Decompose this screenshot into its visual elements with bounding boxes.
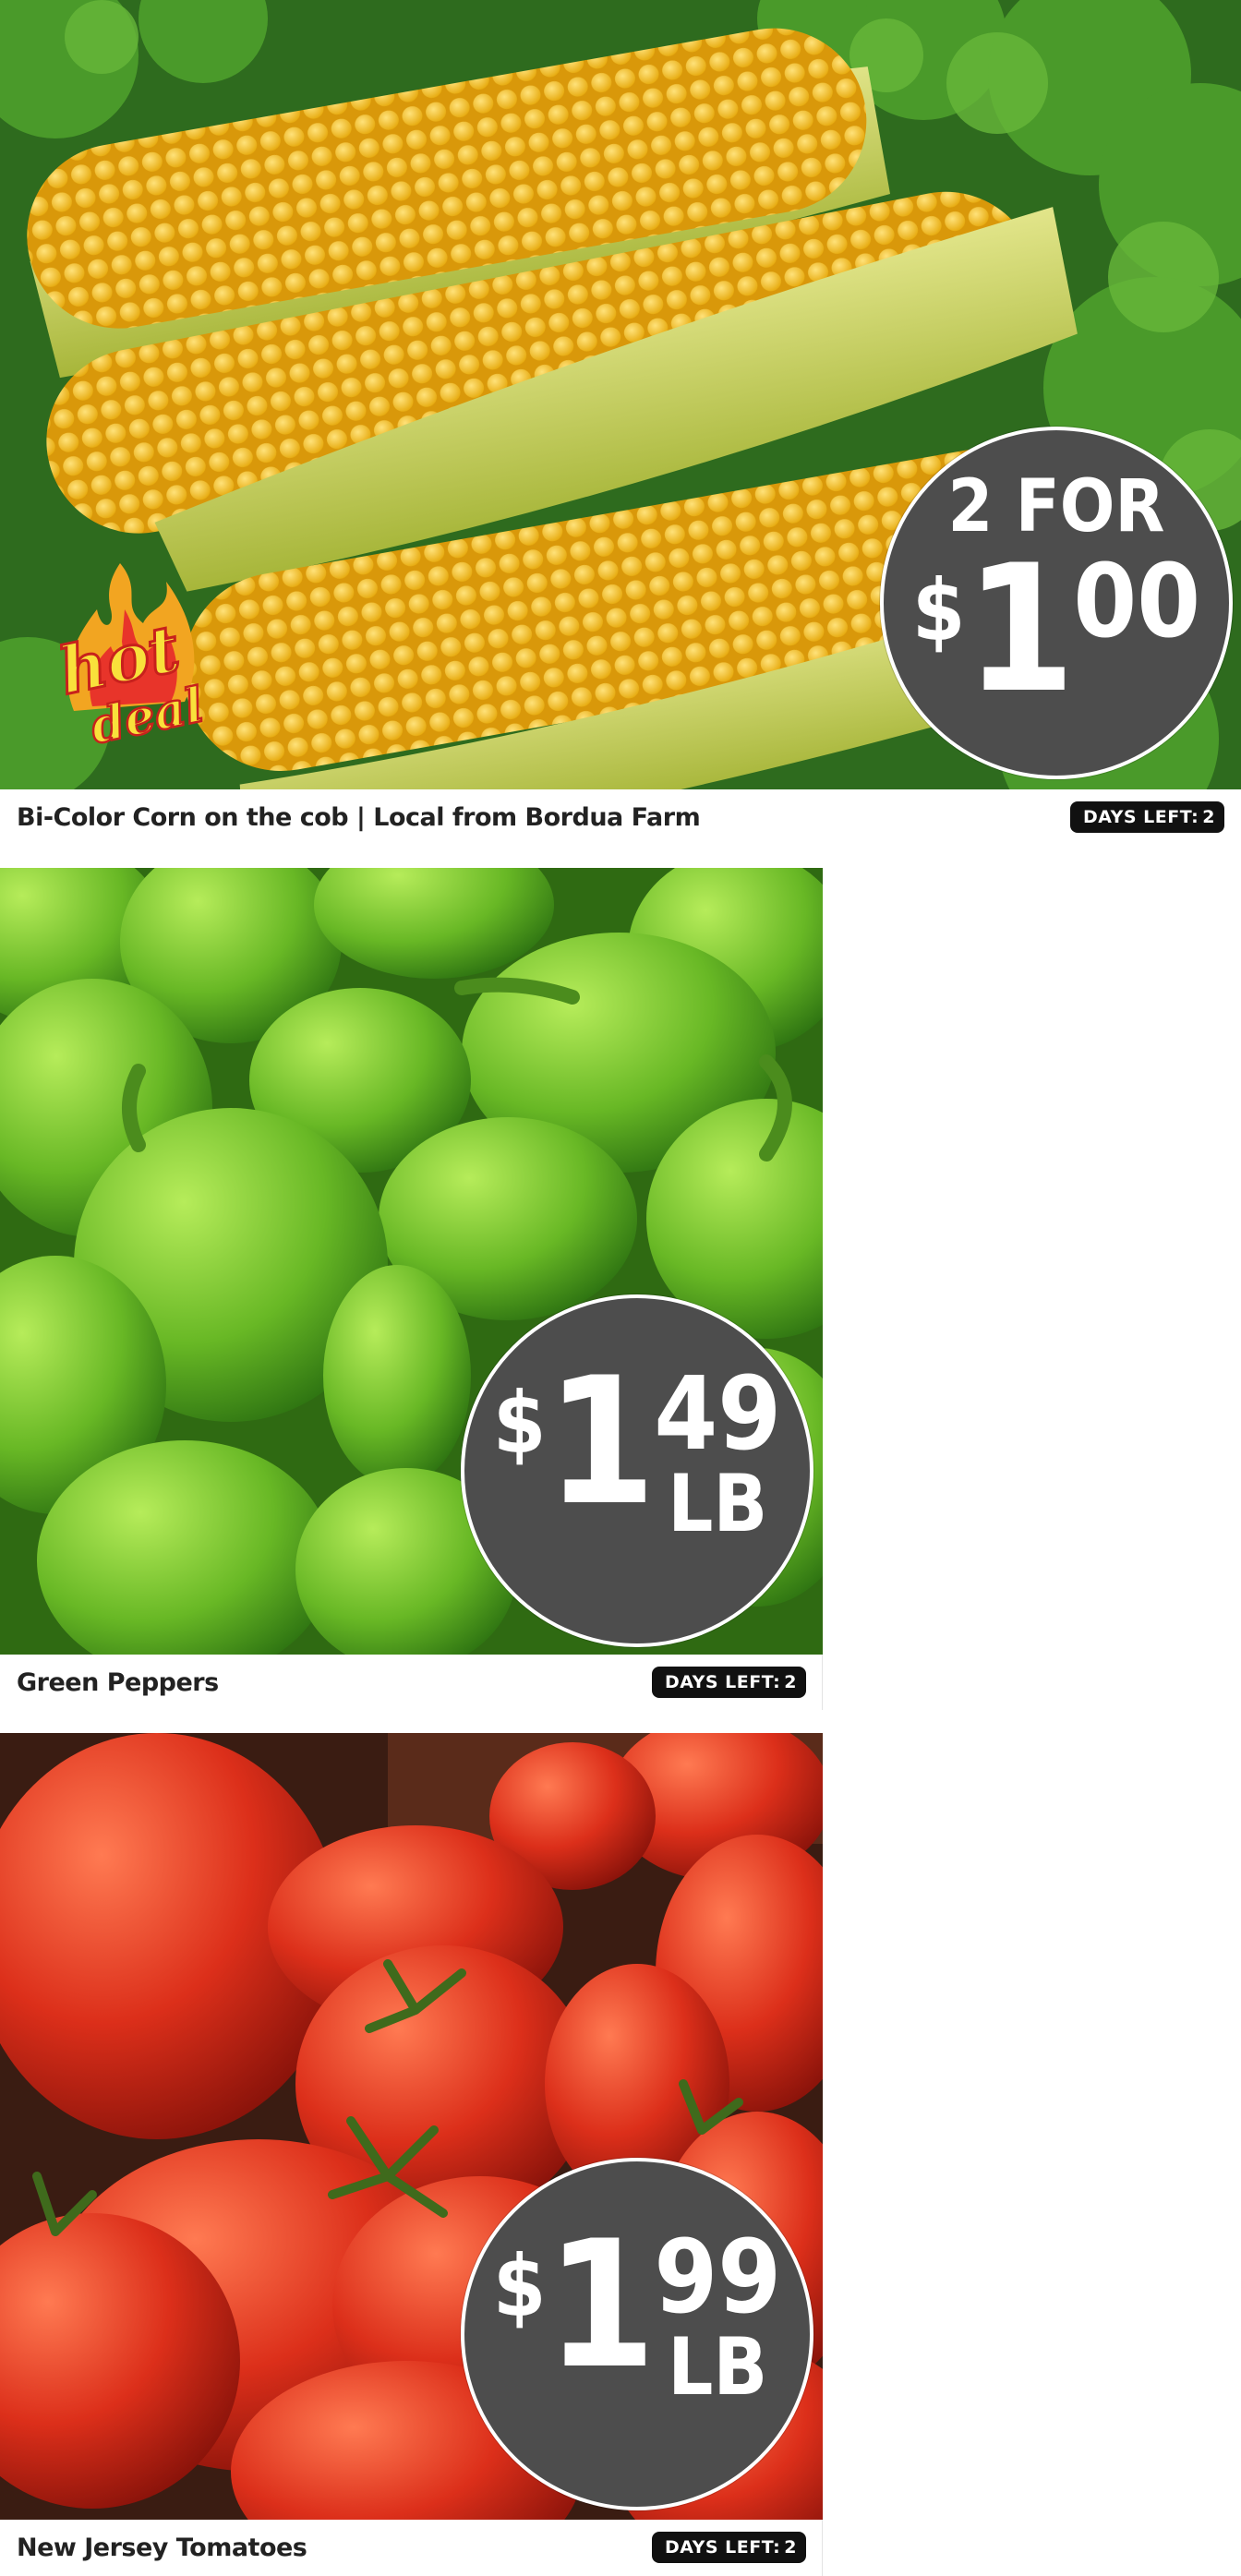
price-circle-green-peppers: $ 1 49 LB: [461, 1294, 813, 1647]
price-unit: LB: [668, 2321, 768, 2413]
price-dollar-sign: $: [492, 1374, 547, 1473]
price-dollar-sign: $: [911, 561, 966, 660]
price-whole: 1: [546, 2203, 656, 2407]
price-cents: 49: [654, 1354, 782, 1473]
price-circle-corn: 2 FOR $ 1 00: [880, 427, 1233, 779]
product-caption: Green Peppers DAYS LEFT: 2: [0, 1655, 823, 1710]
product-title[interactable]: Bi-Color Corn on the cob | Local from Bo…: [17, 803, 701, 832]
price-whole: 1: [965, 527, 1075, 731]
days-left-badge: DAYS LEFT: 2: [651, 1667, 806, 1698]
product-caption: Bi-Color Corn on the cob | Local from Bo…: [0, 789, 1241, 845]
days-left-badge: DAYS LEFT: 2: [1069, 801, 1224, 833]
price-cents: 99: [654, 2218, 782, 2336]
product-title[interactable]: Green Peppers: [17, 1668, 219, 1697]
product-title[interactable]: New Jersey Tomatoes: [17, 2534, 307, 2562]
price-cents: 00: [1073, 542, 1201, 660]
days-left-value: 2: [784, 1672, 797, 1692]
days-left-value: 2: [1202, 807, 1215, 827]
price-circle-tomatoes: $ 1 99 LB: [461, 2158, 813, 2510]
days-left-label: DAYS LEFT:: [664, 1672, 781, 1692]
price-whole: 1: [546, 1340, 656, 1544]
hot-deal-badge: hot deal: [51, 554, 210, 766]
days-left-value: 2: [784, 2537, 797, 2558]
days-left-badge: DAYS LEFT: 2: [651, 2532, 806, 2563]
product-card-tomatoes[interactable]: $ 1 99 LB New Jersey Tomatoes DAYS LEFT:…: [0, 1733, 823, 2576]
price-dollar-sign: $: [492, 2237, 547, 2336]
days-left-label: DAYS LEFT:: [1082, 807, 1199, 827]
days-left-label: DAYS LEFT:: [664, 2537, 781, 2558]
product-card-corn[interactable]: hot deal 2 FOR $ 1 00 Bi-Color Corn on t…: [0, 0, 1241, 849]
product-card-green-peppers[interactable]: $ 1 49 LB Green Peppers DAYS LEFT: 2: [0, 868, 823, 1710]
price-unit: LB: [668, 1458, 768, 1550]
product-caption: New Jersey Tomatoes DAYS LEFT: 2: [0, 2520, 823, 2575]
